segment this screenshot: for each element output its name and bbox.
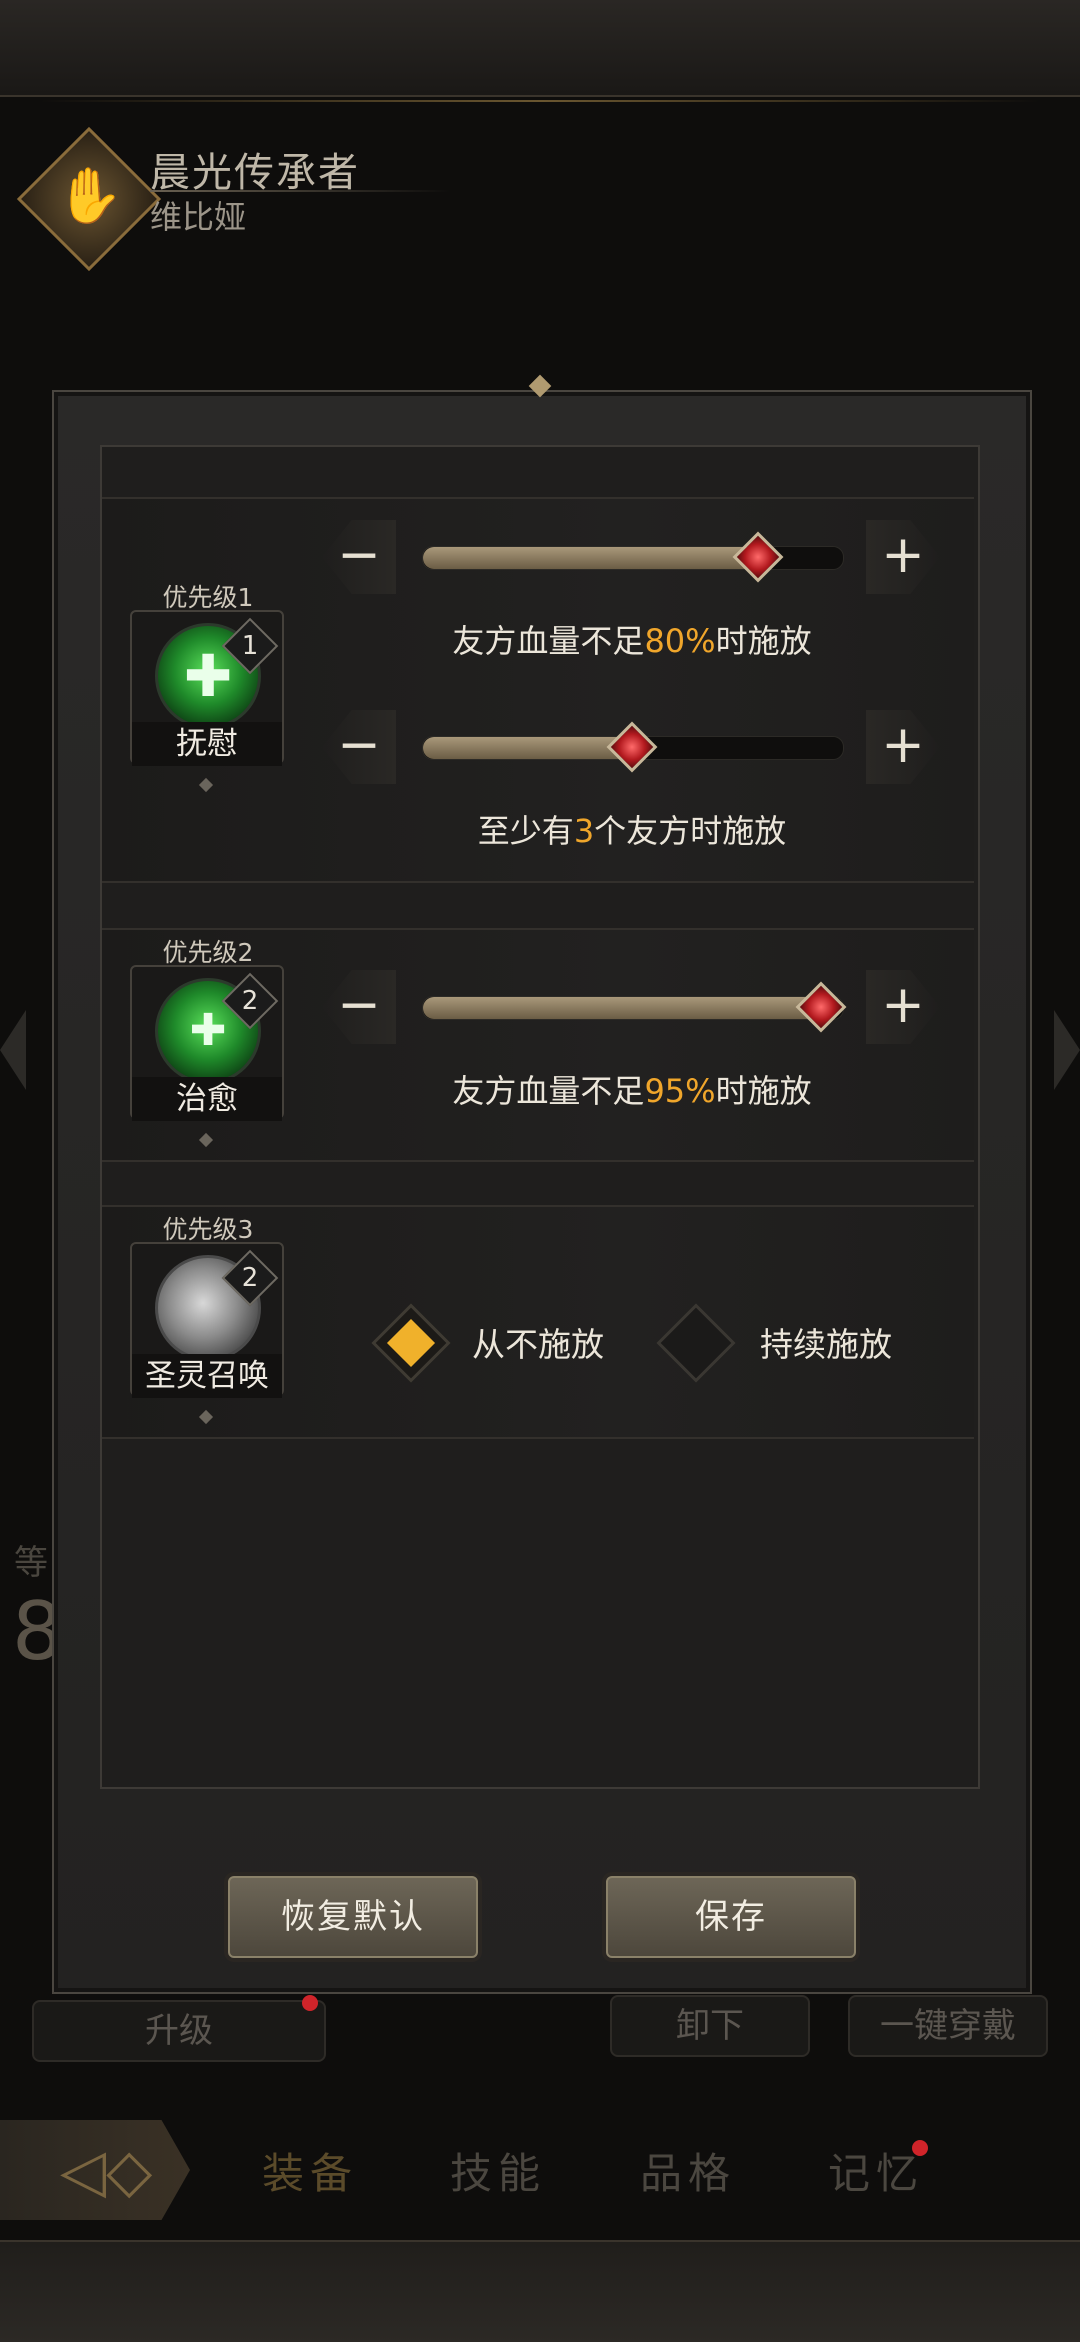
back-arrow-icon: ◁◇ (60, 2136, 153, 2206)
tab-traits[interactable]: 品格 (640, 2140, 736, 2201)
minus-icon: − (337, 525, 381, 585)
bottom-frame (0, 2240, 1080, 2342)
upgrade-badge (302, 1995, 318, 2011)
next-arrow[interactable] (1054, 1010, 1080, 1090)
skill-name: 圣灵召唤 (132, 1354, 282, 1398)
check-icon (386, 1318, 436, 1368)
upgrade-button[interactable]: 升级 (32, 2000, 326, 2062)
slider-fill (423, 737, 633, 759)
condition-text: 至少有3个友方时施放 (477, 812, 787, 850)
never-cast-label[interactable]: 从不施放 (472, 1318, 604, 1366)
priority-label: 优先级3 (162, 1215, 254, 1244)
priority-label: 优先级2 (162, 938, 254, 967)
priority-label: 优先级1 (162, 583, 254, 612)
plus-icon: + (881, 525, 925, 585)
header-ornament-line (40, 100, 1040, 102)
condition-text: 友方血量不足80%时施放 (452, 622, 812, 660)
hand-icon: ✋ (56, 164, 124, 227)
always-cast-label[interactable]: 持续施放 (760, 1318, 892, 1366)
restore-default-button[interactable]: 恢复默认 (228, 1876, 478, 1958)
level-label: 等 (14, 1543, 48, 1583)
character-name: 维比娅 (150, 198, 247, 236)
memory-badge (912, 2140, 928, 2156)
slider-fill (423, 547, 759, 569)
condition-text: 友方血量不足95%时施放 (452, 1072, 812, 1110)
plus-icon: + (881, 975, 925, 1035)
tab-skills[interactable]: 技能 (450, 2140, 546, 2201)
save-button[interactable]: 保存 (606, 1876, 856, 1958)
prev-arrow[interactable] (0, 1010, 26, 1090)
skill-level: 1 (241, 631, 259, 661)
minus-icon: − (337, 975, 381, 1035)
top-frame (0, 0, 1080, 97)
skill-level: 2 (241, 986, 259, 1016)
tab-memory[interactable]: 记忆 (828, 2140, 924, 2201)
skill-name: 抚慰 (132, 722, 282, 766)
skill-name: 治愈 (132, 1077, 282, 1121)
plus-icon: + (881, 715, 925, 775)
slider-fill (423, 997, 822, 1019)
unequip-button[interactable]: 卸下 (610, 1995, 810, 2057)
minus-icon: − (337, 715, 381, 775)
hp-threshold-slider[interactable] (422, 996, 844, 1020)
tab-equipment[interactable]: 装备 (262, 2140, 358, 2201)
skill-level: 2 (241, 1263, 259, 1293)
equip-all-button[interactable]: 一键穿戴 (848, 1995, 1048, 2057)
